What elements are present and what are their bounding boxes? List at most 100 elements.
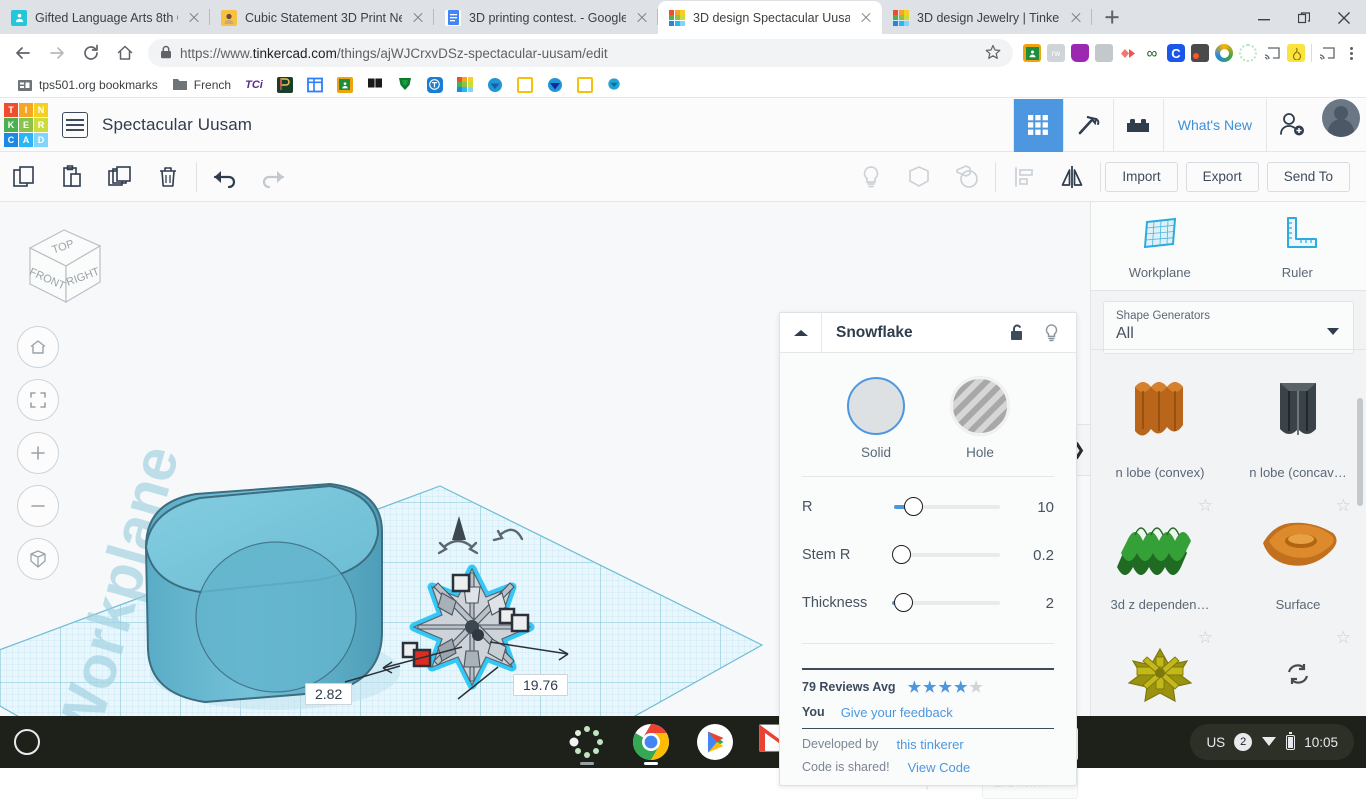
give-feedback-link[interactable]: Give your feedback bbox=[841, 705, 953, 720]
view-cube[interactable]: TOP FRONT RIGHT bbox=[8, 210, 118, 310]
star-icon[interactable]: ★ bbox=[969, 680, 982, 695]
avatar[interactable] bbox=[1322, 99, 1360, 137]
home-icon[interactable] bbox=[110, 38, 140, 68]
param-value[interactable]: 10 bbox=[1008, 499, 1054, 516]
star-icon[interactable]: ★ bbox=[938, 680, 951, 695]
launcher-icon[interactable] bbox=[14, 729, 40, 755]
rainbow-circle-icon[interactable] bbox=[1215, 44, 1233, 62]
import-button[interactable]: Import bbox=[1105, 162, 1177, 192]
bookmark-item[interactable] bbox=[330, 75, 360, 95]
export-button[interactable]: Export bbox=[1186, 162, 1259, 192]
notification-badge[interactable]: 2 bbox=[1234, 733, 1252, 751]
purple-tag-icon[interactable] bbox=[1071, 44, 1089, 62]
clock-label[interactable]: 10:05 bbox=[1304, 735, 1338, 750]
star-icon[interactable]: ★ bbox=[954, 680, 967, 695]
star-icon[interactable]: ★ bbox=[923, 680, 936, 695]
tinkercad-logo[interactable]: T I N K E R C A D bbox=[4, 103, 48, 147]
chrome-icon[interactable] bbox=[631, 722, 671, 762]
bookmark-item[interactable] bbox=[390, 75, 420, 95]
param-stem-r[interactable]: Stem R 0.2 bbox=[802, 531, 1054, 579]
gray-stack-icon[interactable] bbox=[1095, 44, 1113, 62]
browser-tab[interactable]: 3D printing contest. - Google Do bbox=[434, 1, 658, 34]
lightbulb-icon[interactable] bbox=[1034, 313, 1068, 352]
browser-tab[interactable]: Cubic Statement 3D Print Neckl bbox=[210, 1, 434, 34]
shape-generators-select[interactable]: Shape Generators All bbox=[1103, 301, 1354, 354]
bookmark-item[interactable]: French bbox=[165, 75, 238, 95]
grammarly-icon[interactable]: rw bbox=[1047, 44, 1065, 62]
delete-icon[interactable] bbox=[144, 152, 192, 202]
browser-tab[interactable]: Gifted Language Arts 8th Grade bbox=[0, 1, 210, 34]
param-slider[interactable] bbox=[894, 497, 1008, 517]
bookmark-item[interactable] bbox=[510, 75, 540, 95]
address-bar[interactable]: https://www.tinkercad.com/things/ajWJCrx… bbox=[148, 39, 1013, 67]
shape-tile[interactable]: n lobe (concav… bbox=[1229, 358, 1366, 494]
infinity-icon[interactable]: ∞ bbox=[1143, 44, 1161, 62]
whats-new-link[interactable]: What's New bbox=[1163, 99, 1266, 152]
this-tinkerer-link[interactable]: this tinkerer bbox=[896, 737, 963, 752]
browser-tab-active[interactable]: 3D design Spectacular Uusam | bbox=[658, 1, 882, 34]
duplicate-icon[interactable] bbox=[96, 152, 144, 202]
close-icon[interactable] bbox=[634, 10, 650, 26]
bookmark-item[interactable] bbox=[450, 75, 480, 95]
codeblocks-icon[interactable] bbox=[1063, 99, 1113, 152]
zoom-out-icon[interactable] bbox=[17, 485, 59, 527]
chevron-down-icon[interactable] bbox=[1327, 328, 1339, 335]
param-value[interactable]: 0.2 bbox=[1008, 547, 1054, 564]
close-icon[interactable] bbox=[1324, 1, 1364, 34]
copy-icon[interactable] bbox=[0, 152, 48, 202]
mode-hole[interactable]: Hole bbox=[951, 377, 1009, 460]
cast-icon[interactable] bbox=[1263, 44, 1281, 62]
bookmark-item[interactable] bbox=[270, 75, 300, 95]
play-store-icon[interactable] bbox=[695, 722, 735, 762]
param-slider[interactable] bbox=[894, 545, 1008, 565]
bookmark-item[interactable]: TCi bbox=[238, 77, 270, 93]
bricks-icon[interactable] bbox=[1113, 99, 1163, 152]
close-icon[interactable] bbox=[186, 10, 202, 26]
minimize-icon[interactable] bbox=[1244, 1, 1284, 34]
grid-view-icon[interactable] bbox=[1013, 99, 1063, 152]
mirror-icon[interactable] bbox=[1048, 152, 1096, 202]
mode-solid[interactable]: Solid bbox=[847, 377, 905, 460]
ortho-view-icon[interactable] bbox=[17, 538, 59, 580]
bookmark-item[interactable] bbox=[480, 75, 510, 95]
bookmark-star-icon[interactable] bbox=[985, 44, 1001, 63]
classroom-icon[interactable] bbox=[1023, 44, 1041, 62]
restore-icon[interactable] bbox=[1284, 1, 1324, 34]
wifi-icon[interactable] bbox=[1261, 734, 1277, 750]
shape-tile[interactable]: n lobe (convex) bbox=[1091, 358, 1229, 494]
paste-icon[interactable] bbox=[48, 152, 96, 202]
bookmark-item[interactable] bbox=[420, 75, 450, 95]
new-tab-button[interactable] bbox=[1098, 3, 1126, 31]
home-icon[interactable] bbox=[17, 326, 59, 368]
close-icon[interactable] bbox=[410, 10, 426, 26]
param-thickness[interactable]: Thickness 2 bbox=[802, 579, 1054, 627]
zoom-in-icon[interactable] bbox=[17, 432, 59, 474]
forward-icon[interactable] bbox=[42, 38, 72, 68]
add-user-icon[interactable] bbox=[1266, 99, 1316, 152]
loading-icon[interactable] bbox=[1239, 44, 1257, 62]
bookmark-item[interactable] bbox=[300, 75, 330, 95]
fit-view-icon[interactable] bbox=[17, 379, 59, 421]
send-to-button[interactable]: Send To bbox=[1267, 162, 1350, 192]
shape-tile[interactable]: ☆ Surface bbox=[1229, 490, 1366, 626]
shape-tile[interactable]: ☆ bbox=[1229, 622, 1366, 716]
refresh-icon[interactable] bbox=[1229, 630, 1366, 716]
view-code-link[interactable]: View Code bbox=[908, 760, 971, 775]
slider-knob[interactable] bbox=[892, 545, 911, 564]
param-value[interactable]: 2 bbox=[1008, 595, 1054, 612]
shape-grid[interactable]: n lobe (convex) n lobe (concav… ☆ bbox=[1091, 349, 1366, 716]
loading-app-icon[interactable] bbox=[567, 722, 607, 762]
bookmark-item[interactable] bbox=[570, 75, 600, 95]
cast-device-icon[interactable] bbox=[1318, 44, 1336, 62]
star-icon[interactable]: ★ bbox=[908, 680, 921, 695]
bookmark-item[interactable] bbox=[600, 75, 630, 95]
slider-knob[interactable] bbox=[894, 593, 913, 612]
shape-tile[interactable]: ☆ 3d z dependen… bbox=[1091, 490, 1229, 626]
orange-door-icon[interactable] bbox=[1191, 44, 1209, 62]
red-play-icon[interactable] bbox=[1119, 44, 1137, 62]
star-rating[interactable]: ★ ★ ★ ★ ★ bbox=[908, 680, 983, 695]
back-icon[interactable] bbox=[8, 38, 38, 68]
bookmark-item[interactable] bbox=[360, 75, 390, 95]
caret-up-icon[interactable] bbox=[780, 313, 822, 352]
undo-icon[interactable] bbox=[201, 152, 249, 202]
